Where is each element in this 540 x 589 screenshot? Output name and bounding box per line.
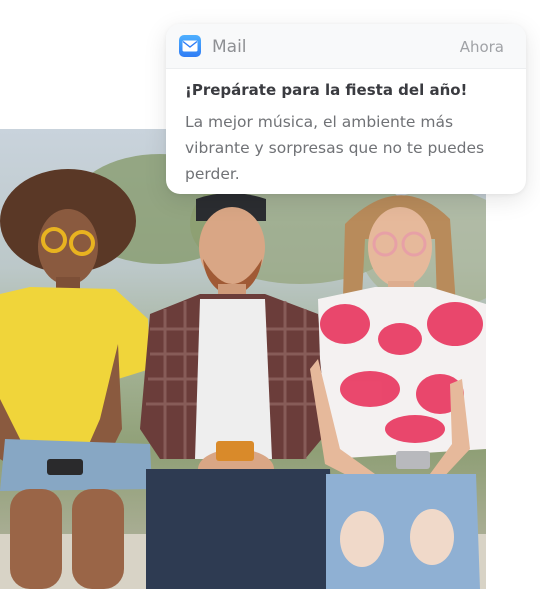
envelope-glyph — [182, 40, 198, 52]
notification-timestamp: Ahora — [459, 38, 504, 56]
mail-notification[interactable]: Mail Ahora ¡Prepárate para la fiesta del… — [166, 24, 526, 194]
friends-with-phones-image — [0, 154, 486, 589]
hero-photo — [0, 129, 486, 589]
mail-icon — [179, 35, 201, 57]
app-name: Mail — [212, 37, 247, 57]
notification-title: ¡Prepárate para la fiesta del año! — [185, 81, 468, 99]
notification-body: La mejor música, el ambiente más vibrant… — [185, 113, 485, 183]
notification-header: Mail Ahora — [166, 24, 526, 69]
